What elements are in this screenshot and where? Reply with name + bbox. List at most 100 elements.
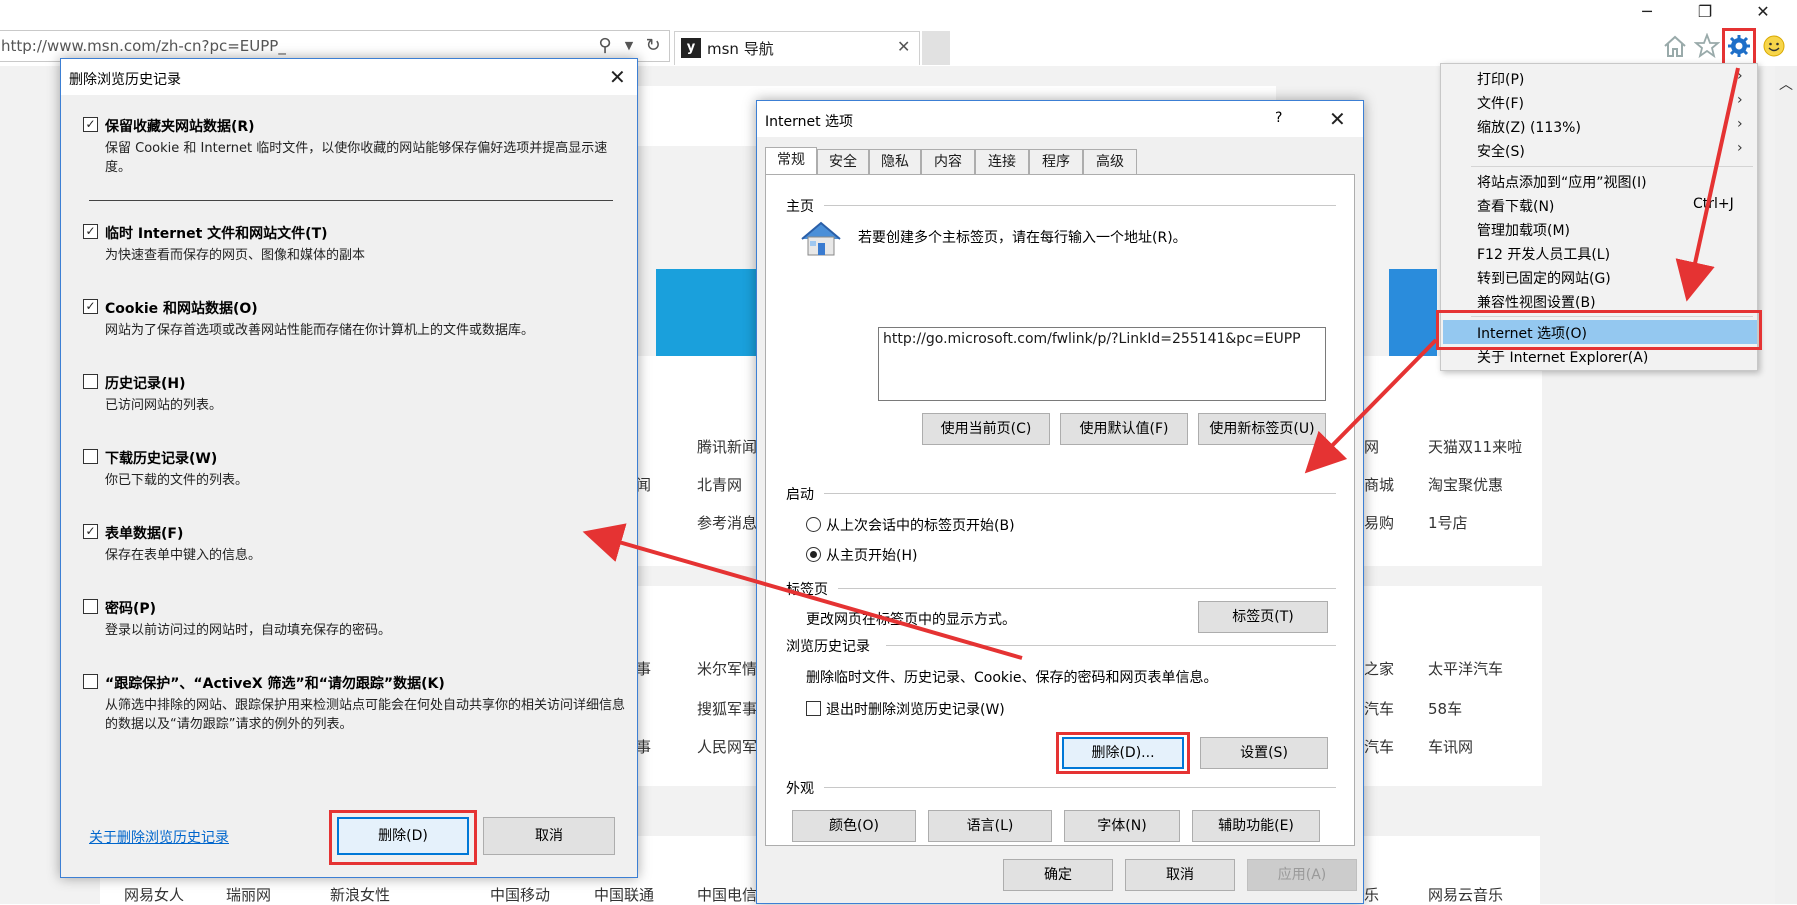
menu-item-view-downloads[interactable]: 查看下载(N) [1477, 196, 1554, 216]
page-link[interactable]: 天猫双11来啦 [1428, 436, 1522, 457]
address-url[interactable]: http://www.msn.com/zh-cn?pc=EUPP_ [1, 37, 286, 55]
dropdown-icon[interactable]: ▼ [617, 34, 641, 58]
checkbox-keep-favorites[interactable]: ✓ [83, 117, 98, 132]
page-link[interactable]: 搜狐军事 [697, 698, 757, 719]
option-title[interactable]: 历史记录(H) [105, 373, 186, 393]
home-icon[interactable] [1662, 33, 1688, 59]
checkbox-download-history[interactable] [83, 449, 98, 464]
page-link[interactable]: 汽车 [1364, 736, 1394, 757]
page-link[interactable]: 乐 [1364, 884, 1379, 905]
fonts-button[interactable]: 字体(N) [1064, 810, 1180, 842]
menu-item-file[interactable]: 文件(F) [1477, 93, 1524, 113]
refresh-icon[interactable]: ↻ [641, 34, 665, 58]
checkbox-delete-on-exit[interactable] [806, 701, 821, 716]
close-window-button[interactable]: ✕ [1748, 2, 1778, 21]
page-link[interactable]: 瑞丽网 [226, 884, 271, 905]
option-title[interactable]: Cookie 和网站数据(O) [105, 298, 258, 318]
checkbox-temp-files[interactable]: ✓ [83, 224, 98, 239]
checkbox-history[interactable] [83, 374, 98, 389]
menu-item-about-ie[interactable]: 关于 Internet Explorer(A) [1477, 347, 1648, 367]
page-link[interactable]: 商城 [1364, 474, 1394, 495]
star-icon[interactable] [1694, 33, 1720, 59]
page-link[interactable]: 中国联通 [594, 884, 654, 905]
close-icon[interactable]: ✕ [1329, 109, 1346, 129]
page-link[interactable]: 网易云音乐 [1428, 884, 1503, 905]
accessibility-button[interactable]: 辅助功能(E) [1192, 810, 1320, 842]
colors-button[interactable]: 颜色(O) [792, 810, 916, 842]
cancel-button[interactable]: 取消 [483, 817, 615, 855]
page-link[interactable]: 事 [636, 736, 651, 757]
menu-item-pinned-sites[interactable]: 转到已固定的网站(G) [1477, 268, 1611, 288]
page-link[interactable]: 腾讯新闻 [697, 436, 757, 457]
radio-label[interactable]: 从上次会话中的标签页开始(B) [826, 515, 1015, 535]
page-link[interactable]: 58车 [1428, 698, 1462, 719]
page-link[interactable]: 参考消息 [697, 512, 757, 533]
radio-start-home[interactable] [806, 547, 821, 562]
page-link[interactable]: 易购 [1364, 512, 1394, 533]
tab-content[interactable]: 内容 [921, 149, 975, 175]
radio-label[interactable]: 从主页开始(H) [826, 545, 917, 565]
option-title[interactable]: “跟踪保护”、“ActiveX 筛选”和“请勿跟踪”数据(K) [105, 673, 445, 693]
home-page-textarea[interactable]: http://go.microsoft.com/fwlink/p/?LinkId… [878, 327, 1326, 401]
delete-history-button[interactable]: 删除(D)... [1062, 737, 1184, 769]
history-settings-button[interactable]: 设置(S) [1200, 737, 1328, 769]
search-icon[interactable]: ⚲ [593, 34, 617, 58]
apply-button[interactable]: 应用(A) [1247, 859, 1357, 891]
page-link[interactable]: 网易女人 [124, 884, 184, 905]
page-link[interactable]: 北青网 [697, 474, 742, 495]
use-default-button[interactable]: 使用默认值(F) [1060, 413, 1188, 445]
restore-button[interactable]: ❐ [1690, 2, 1720, 21]
checkbox-tracking-protection[interactable] [83, 674, 98, 689]
scroll-up-icon[interactable]: ︿ [1779, 74, 1793, 94]
page-link[interactable]: 中国移动 [490, 884, 550, 905]
radio-start-last-session[interactable] [806, 517, 821, 532]
menu-item-zoom[interactable]: 缩放(Z) (113%) [1477, 117, 1581, 137]
tab-advanced[interactable]: 高级 [1083, 149, 1137, 175]
option-title[interactable]: 密码(P) [105, 598, 156, 618]
page-link[interactable]: 1号店 [1428, 512, 1468, 533]
menu-item-manage-addons[interactable]: 管理加载项(M) [1477, 220, 1570, 240]
page-link[interactable]: 淘宝聚优惠 [1428, 474, 1503, 495]
new-tab-button[interactable] [922, 31, 950, 65]
delete-button[interactable]: 删除(D) [337, 817, 469, 855]
tab-connections[interactable]: 连接 [975, 149, 1029, 175]
ok-button[interactable]: 确定 [1003, 859, 1113, 891]
page-link[interactable]: 太平洋汽车 [1428, 658, 1503, 679]
browser-tab[interactable]: y msn 导航 ✕ [674, 31, 920, 65]
menu-item-add-to-apps[interactable]: 将站点添加到“应用”视图(I) [1477, 172, 1647, 192]
page-link[interactable]: 车讯网 [1428, 736, 1473, 757]
option-title[interactable]: 临时 Internet 文件和网站文件(T) [105, 223, 328, 243]
tabs-button[interactable]: 标签页(T) [1198, 601, 1328, 633]
page-link[interactable]: 网 [1364, 436, 1379, 457]
page-link[interactable]: 汽车 [1364, 698, 1394, 719]
checkbox-cookies[interactable]: ✓ [83, 299, 98, 314]
checkbox-passwords[interactable] [83, 599, 98, 614]
minimize-button[interactable]: ─ [1632, 2, 1662, 21]
tab-privacy[interactable]: 隐私 [869, 149, 921, 175]
delete-on-exit-label[interactable]: 退出时删除浏览历史记录(W) [826, 699, 1005, 719]
option-title[interactable]: 下载历史记录(W) [105, 448, 217, 468]
page-link[interactable]: 闻 [636, 474, 651, 495]
checkbox-form-data[interactable]: ✓ [83, 524, 98, 539]
menu-item-print[interactable]: 打印(P) [1477, 69, 1524, 89]
option-title[interactable]: 表单数据(F) [105, 523, 183, 543]
menu-item-compat-view[interactable]: 兼容性视图设置(B) [1477, 292, 1596, 312]
page-link[interactable]: 米尔军情 [697, 658, 757, 679]
tab-security[interactable]: 安全 [817, 149, 869, 175]
tab-close-icon[interactable]: ✕ [897, 37, 910, 56]
menu-item-safety[interactable]: 安全(S) [1477, 141, 1525, 161]
languages-button[interactable]: 语言(L) [928, 810, 1052, 842]
page-link[interactable]: 之家 [1364, 658, 1394, 679]
about-delete-history-link[interactable]: 关于删除浏览历史记录 [89, 827, 229, 847]
page-link[interactable]: 人民网军 [697, 736, 757, 757]
page-link[interactable]: 事 [636, 658, 651, 679]
page-scrollbar[interactable]: ︿ [1775, 66, 1797, 904]
gear-icon[interactable] [1727, 34, 1751, 58]
page-link[interactable]: 中国电信 [697, 884, 757, 905]
page-link[interactable]: 新浪女性 [330, 884, 390, 905]
use-new-tab-button[interactable]: 使用新标签页(U) [1198, 413, 1326, 445]
option-title[interactable]: 保留收藏夹网站数据(R) [105, 116, 255, 136]
tab-programs[interactable]: 程序 [1029, 149, 1083, 175]
help-button[interactable]: ? [1275, 110, 1282, 126]
use-current-button[interactable]: 使用当前页(C) [922, 413, 1050, 445]
